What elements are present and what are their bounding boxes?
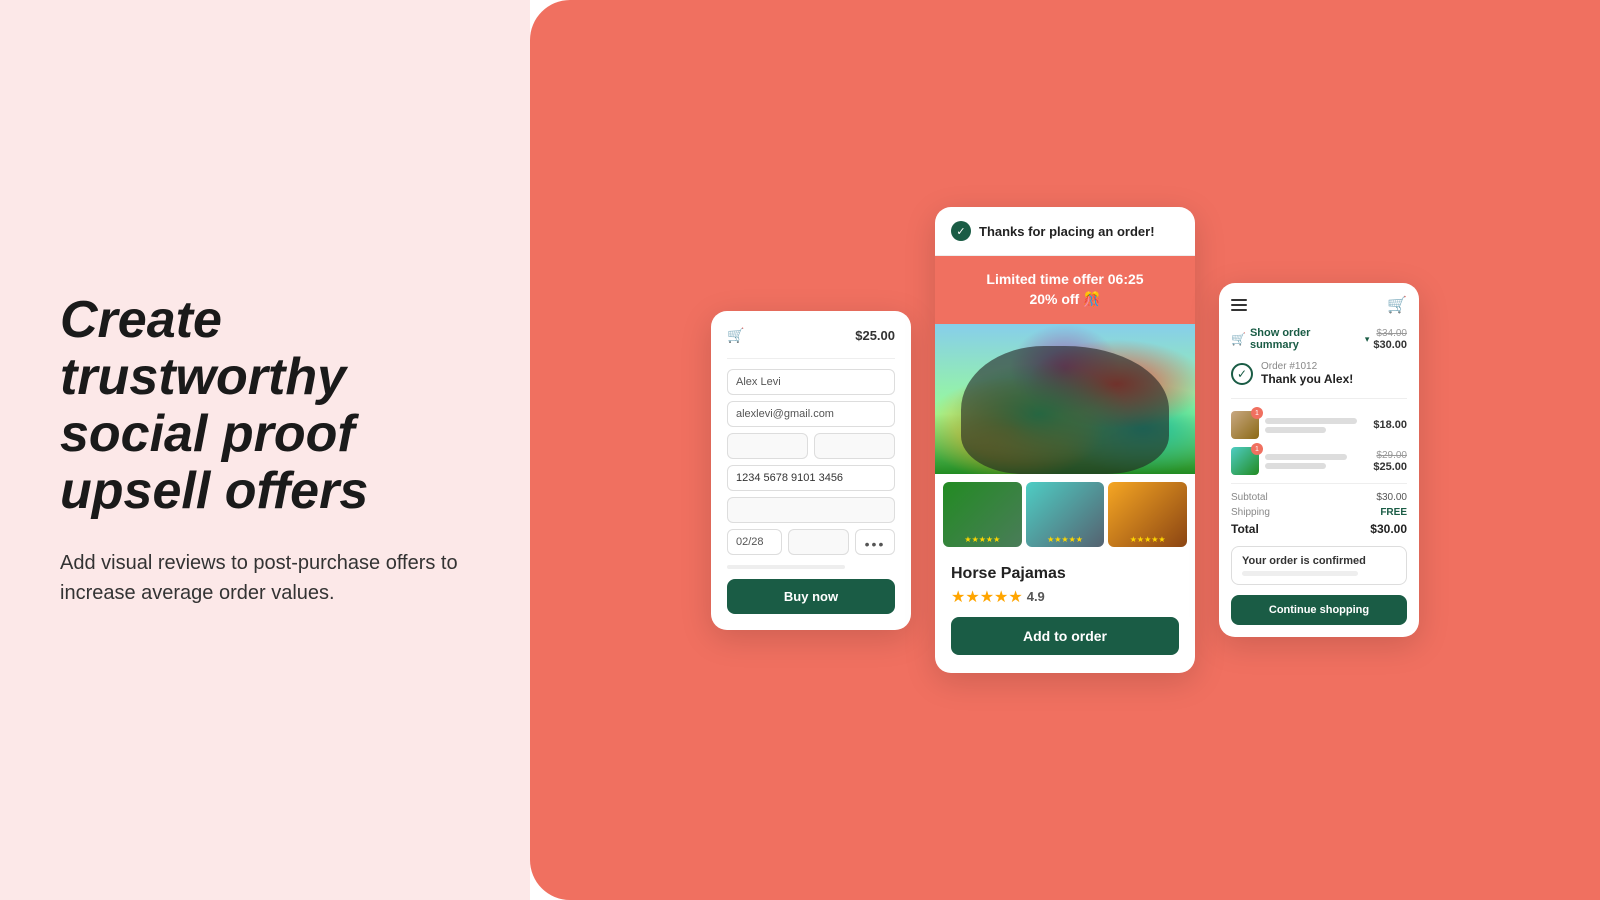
confirmed-title: Your order is confirmed [1242, 555, 1396, 567]
card-number-field[interactable] [727, 465, 895, 491]
check-icon: ✓ [1231, 363, 1253, 385]
item-name-1 [1265, 418, 1367, 433]
chevron-down-icon: ▾ [1365, 334, 1370, 345]
shipping-value: FREE [1380, 507, 1407, 518]
email-field[interactable] [727, 401, 895, 427]
footer-row: ••• [727, 529, 895, 555]
item-image-2: 1 [1231, 447, 1259, 475]
upsell-card: ✓ Thanks for placing an order! Limited t… [935, 207, 1195, 672]
card1-header: 🛒 $25.00 [727, 327, 895, 344]
offer-line1: Limited time offer 06:25 [945, 270, 1185, 290]
add-to-order-button[interactable]: Add to order [951, 617, 1179, 655]
total-label: Total [1231, 522, 1259, 536]
cart-icon: 🛒 [727, 327, 744, 344]
progress-bar [727, 565, 845, 569]
offer-banner: Limited time offer 06:25 20% off 🎊 [935, 256, 1195, 323]
total-value: $30.00 [1370, 522, 1407, 536]
subtotal-value: $30.00 [1376, 492, 1407, 503]
thumb-stars-2: ★★★★★ [1047, 535, 1083, 544]
left-panel: Create trustworthy social proof upsell o… [0, 0, 530, 900]
cvv-placeholder [788, 529, 849, 555]
item-name-2 [1265, 454, 1367, 469]
summary-prices: $34.00 $30.00 [1373, 328, 1407, 351]
order-item-1: 1 $18.00 [1231, 411, 1407, 439]
confirmed-box: Your order is confirmed [1231, 546, 1407, 585]
continue-shopping-button[interactable]: Continue shopping [1231, 595, 1407, 625]
field-placeholder-1 [727, 433, 808, 459]
horse-image [935, 324, 1195, 474]
thumbnail-row: ★★★★★ ★★★★★ ★★★★★ [935, 474, 1195, 555]
rating-number: 4.9 [1027, 589, 1045, 604]
item-badge-2: 1 [1251, 443, 1263, 455]
item-badge-1: 1 [1251, 407, 1263, 419]
show-summary-text[interactable]: Show order summary [1250, 327, 1361, 351]
thank-you-text: Thank you Alex! [1261, 372, 1353, 386]
form-row-1 [727, 433, 895, 459]
cart-price: $25.00 [855, 328, 895, 343]
shipping-row: Shipping FREE [1231, 507, 1407, 518]
buy-now-button[interactable]: Buy now [727, 579, 895, 614]
divider [727, 358, 895, 359]
name-bar-short-2 [1265, 463, 1326, 469]
name-bar-line-2 [1265, 454, 1347, 460]
right-panel: 🛒 $25.00 ••• Buy now ✓ Thanks for placin… [530, 0, 1600, 900]
cart-icon-top[interactable]: 🛒 [1387, 295, 1407, 315]
stars: ★★★★★ [951, 587, 1023, 607]
name-bar-short [1265, 427, 1326, 433]
subtotal-label: Subtotal [1231, 492, 1268, 503]
order-item-2: 1 $29.00 $25.00 [1231, 447, 1407, 475]
thumb-3[interactable]: ★★★★★ [1108, 482, 1187, 547]
left-content: Create trustworthy social proof upsell o… [60, 292, 470, 609]
star-row: ★★★★★ 4.9 [951, 587, 1179, 607]
subtotal-row: Subtotal $30.00 [1231, 492, 1407, 503]
order-summary-row: 🛒 Show order summary ▾ $34.00 $30.00 [1231, 327, 1407, 351]
confirmed-bar [1242, 571, 1358, 576]
price-old: $34.00 [1373, 328, 1407, 339]
checkout-card: 🛒 $25.00 ••• Buy now [711, 311, 911, 630]
order-details: Order #1012 Thank you Alex! [1261, 361, 1353, 386]
shipping-label: Shipping [1231, 507, 1270, 518]
product-info: Horse Pajamas ★★★★★ 4.9 Add to order [935, 555, 1195, 673]
description: Add visual reviews to post-purchase offe… [60, 548, 470, 608]
order-number: Order #1012 [1261, 361, 1353, 372]
order-confirmed-section: ✓ Order #1012 Thank you Alex! [1231, 361, 1407, 399]
hamburger-menu[interactable] [1231, 299, 1247, 311]
thanks-text: Thanks for placing an order! [979, 224, 1155, 239]
cart-small-icon: 🛒 [1231, 332, 1246, 346]
item-price-2-old: $29.00 [1373, 450, 1407, 461]
item-image-1: 1 [1231, 411, 1259, 439]
confirmation-card: 🛒 🛒 Show order summary ▾ $34.00 $30.00 ✓… [1219, 283, 1419, 637]
field-placeholder-2 [814, 433, 895, 459]
address-field [727, 497, 895, 523]
name-field[interactable] [727, 369, 895, 395]
offer-line2: 20% off 🎊 [945, 290, 1185, 310]
item-prices-2: $29.00 $25.00 [1373, 450, 1407, 473]
card2-header: ✓ Thanks for placing an order! [935, 207, 1195, 256]
name-bar-line [1265, 418, 1357, 424]
thumb-1[interactable]: ★★★★★ [943, 482, 1022, 547]
total-row: Total $30.00 [1231, 522, 1407, 536]
thumb-stars-3: ★★★★★ [1130, 535, 1166, 544]
horse-silhouette [961, 346, 1169, 474]
checkmark-icon: ✓ [951, 221, 971, 241]
more-dots: ••• [855, 529, 895, 555]
totals-section: Subtotal $30.00 Shipping FREE Total $30.… [1231, 483, 1407, 536]
product-name: Horse Pajamas [951, 565, 1179, 583]
headline: Create trustworthy social proof upsell o… [60, 292, 470, 521]
thumb-stars-1: ★★★★★ [964, 535, 1000, 544]
card3-top: 🛒 [1231, 295, 1407, 315]
item-price-1: $18.00 [1373, 419, 1407, 431]
price-new: $30.00 [1373, 339, 1407, 351]
item-price-2: $25.00 [1373, 461, 1407, 473]
expiry-field[interactable] [727, 529, 782, 555]
thumb-2[interactable]: ★★★★★ [1026, 482, 1105, 547]
